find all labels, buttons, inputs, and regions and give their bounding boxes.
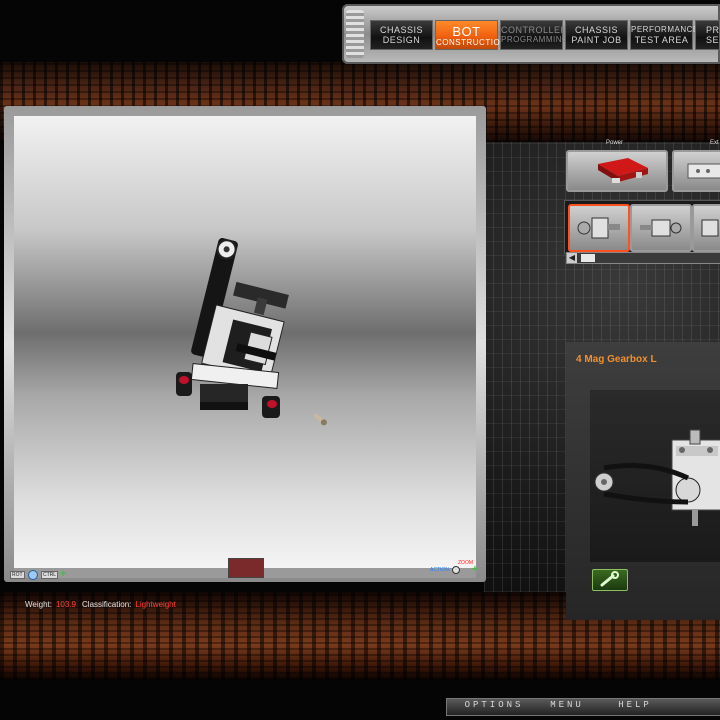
part-preview-thumb[interactable] [228, 558, 264, 578]
reset-view-icon[interactable] [28, 570, 38, 580]
power-part-icon [598, 158, 648, 183]
robot-wheel-left [176, 372, 192, 396]
category-ext-tile[interactable] [672, 150, 720, 192]
menu-button[interactable]: MENU [536, 700, 598, 712]
weight-value: 103.9 [55, 600, 77, 609]
part-detail-view [590, 390, 720, 562]
classification-value: Lightweight [135, 600, 176, 609]
category-label-ext: Ext [710, 140, 719, 146]
category-label-power: Power [606, 140, 624, 146]
loose-part [313, 413, 327, 426]
weight-label: Weight: [25, 600, 52, 609]
ext-part-icon [687, 163, 720, 179]
wrench-icon [600, 571, 619, 587]
zoom-slider-handle[interactable] [452, 566, 460, 574]
gearbox-render [594, 429, 720, 526]
selected-part-title: 4 Mag Gearbox L [576, 354, 657, 365]
add-icon[interactable]: + [60, 568, 66, 580]
edit-part-button[interactable] [592, 569, 628, 591]
scroll-thumb[interactable] [581, 254, 595, 262]
options-button[interactable]: OPTIONS [458, 700, 530, 712]
zoom-label: ZOOM [458, 560, 473, 566]
action-label: ACTION [430, 567, 449, 573]
bot-stats: Weight: 103.9 Classification: Lightweight [25, 600, 182, 609]
part-gearbox-3[interactable] [692, 204, 720, 252]
part-gearbox-2[interactable] [630, 204, 692, 252]
scroll-left-icon[interactable]: ◀ [567, 253, 577, 263]
gearbox-icon [577, 217, 620, 239]
classification-label: Classification: [82, 600, 132, 609]
gearbox-icon [701, 219, 719, 237]
robot-wheel-right [262, 396, 280, 418]
zoom-in-icon[interactable]: + [472, 564, 478, 575]
category-power-tile[interactable] [566, 150, 668, 192]
gearbox-icon [640, 219, 682, 237]
part-gearbox-1[interactable] [568, 204, 630, 252]
parts-scrollbar[interactable]: ◀ [566, 252, 720, 264]
ctrl-button[interactable]: CTRL [41, 571, 59, 579]
rotate-button[interactable]: ROT [10, 571, 25, 579]
help-button[interactable]: HELP [606, 700, 664, 712]
